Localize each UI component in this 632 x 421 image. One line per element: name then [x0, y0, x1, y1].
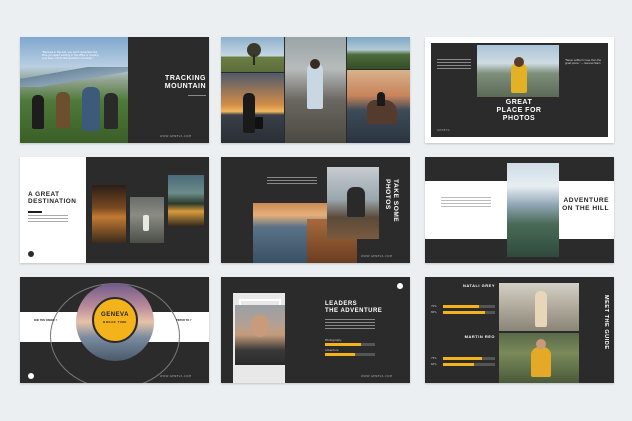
bar-fill — [443, 357, 482, 360]
slide-photo-collage[interactable] — [221, 37, 410, 143]
brand-logo-icon — [28, 251, 34, 257]
girl-rocks-photo — [285, 37, 346, 143]
skill-label: 70% — [431, 305, 437, 308]
hiker-figure — [56, 92, 70, 128]
bar-fill — [443, 305, 480, 308]
slide-tracking-mountain[interactable]: "Because in the end, you won't remember … — [20, 37, 209, 143]
slide-url: WWW.GENEVA.COM — [361, 375, 393, 378]
bar-label: Photography — [325, 339, 342, 342]
bar-fill — [325, 353, 355, 356]
skill-bar — [443, 357, 495, 360]
hiker-figure — [32, 95, 44, 129]
bar-fill — [443, 311, 485, 314]
bar-fill — [325, 343, 361, 346]
left-label: DID YOU KNOW ? — [34, 319, 57, 322]
sunset-person-photo — [221, 73, 284, 143]
skill-label: 80% — [431, 311, 437, 314]
slide-meet-guide[interactable]: NATALI GREY 70% 80% MARTIN REO 75% 60% M… — [425, 277, 614, 383]
progress-bar — [325, 343, 375, 346]
slide-title: TRACKING MOUNTAIN — [164, 75, 206, 91]
slide-body-text — [441, 197, 491, 209]
slide-url: GENEVA — [437, 129, 451, 132]
slide-quote: "Because in the end, you won't remember … — [42, 51, 99, 61]
hiker-figure — [104, 93, 118, 129]
divider — [188, 95, 206, 96]
hiker-figure — [82, 87, 100, 131]
bar-fill — [443, 363, 475, 366]
slide-great-place[interactable]: "Never settle for less than the great pl… — [425, 37, 614, 143]
lake-photo — [347, 37, 410, 69]
slide-title: A GREAT DESTINATION — [28, 191, 77, 206]
skill-bar — [443, 311, 495, 314]
slide-caption: "Never settle for less than the great pl… — [565, 59, 602, 66]
bar-label: Adventure — [325, 349, 339, 352]
slide-title: ADVENTURE ON THE HILL — [562, 197, 609, 212]
skill-bar — [443, 363, 495, 366]
slide-url: WWW.GENEVA.COM — [361, 255, 393, 258]
slide-great-destination[interactable]: A GREAT DESTINATION — [20, 157, 209, 263]
person-name: MARTIN REO — [464, 334, 495, 339]
skill-label: 75% — [431, 357, 437, 360]
slide-break-time[interactable]: GENEVA BREAK TIME DID YOU KNOW ? FRESH T… — [20, 277, 209, 383]
coast-cliff-photo — [347, 70, 410, 143]
right-label: FRESH TO ? — [176, 319, 192, 322]
tree-photo — [221, 37, 284, 72]
man-yellow-jacket-photo — [499, 333, 579, 383]
slide-url: WWW.GENEVA.COM — [160, 375, 192, 378]
slide-title: MEET THE GUIDE — [603, 295, 609, 350]
slide-title: LEADERS THE ADVENTURE — [325, 301, 383, 314]
slide-body-text — [267, 177, 317, 185]
brand-tagline: BREAK TIME — [103, 320, 127, 324]
photographer-photo — [327, 167, 379, 239]
slide-url: WWW.GENEVA.COM — [160, 135, 192, 138]
slide-body-text — [437, 59, 471, 69]
brand-logo-icon — [397, 283, 403, 289]
divider — [28, 211, 42, 213]
slide-title: GREAT PLACE FOR PHOTOS — [496, 99, 542, 123]
woman-train-photo — [499, 283, 579, 331]
skill-bar — [443, 305, 495, 308]
tent-glow-photo — [92, 185, 126, 243]
brand-logo-icon — [28, 373, 34, 379]
slide-leaders[interactable]: LEADERS THE ADVENTURE Photography Advent… — [221, 277, 410, 383]
slide-body-text — [28, 215, 68, 223]
brand-name: GENEVA — [101, 312, 129, 318]
skill-label: 60% — [431, 363, 437, 366]
woman-overlook-photo — [477, 45, 559, 97]
man-portrait-photo — [235, 305, 285, 365]
slide-adventure-hill[interactable]: ADVENTURE ON THE HILL — [425, 157, 614, 263]
person-name: NATALI GREY — [462, 283, 495, 288]
campfire-tent-photo — [168, 175, 204, 227]
progress-bar — [325, 353, 375, 356]
forest-lantern-photo — [130, 197, 164, 243]
slide-title: TAKE SOME PHOTOS — [384, 179, 399, 223]
slide-body-text — [325, 319, 375, 329]
slide-take-photos[interactable]: TAKE SOME PHOTOS WWW.GENEVA.COM — [221, 157, 410, 263]
